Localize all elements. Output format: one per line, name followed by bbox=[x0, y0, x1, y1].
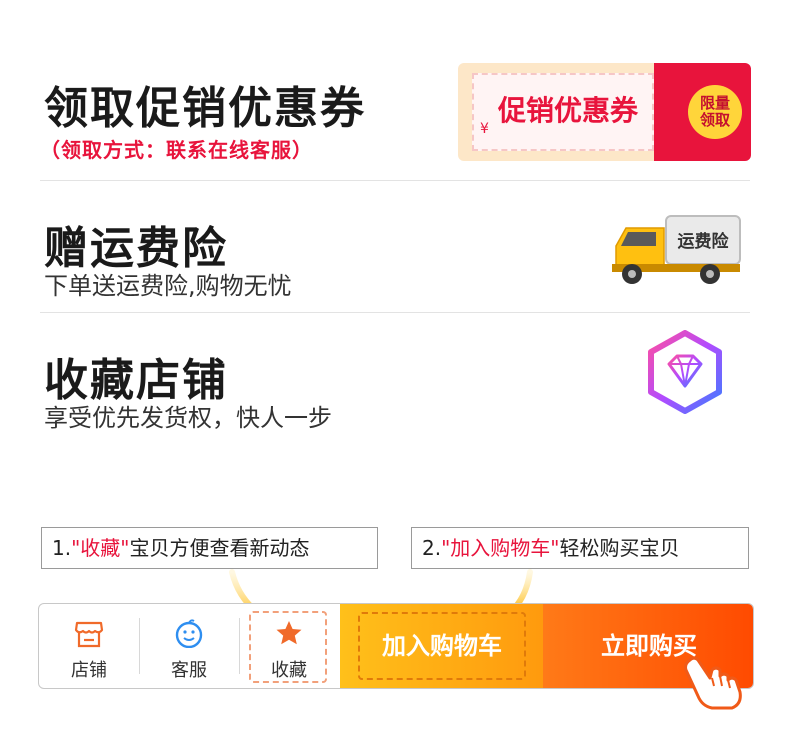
favorite-subtitle: 享受优先发货权，快人一步 bbox=[44, 404, 332, 432]
tip1-suffix: 宝贝方便查看新动态 bbox=[129, 536, 310, 560]
service-button[interactable]: 客服 bbox=[139, 604, 239, 688]
divider-2 bbox=[40, 312, 750, 313]
limited-badge: 限量 领取 bbox=[688, 85, 742, 139]
favorite-label: 收藏 bbox=[271, 660, 307, 681]
favorite-button[interactable]: 收藏 bbox=[239, 604, 339, 688]
favorite-section: 收藏店铺 享受优先发货权，快人一步 bbox=[40, 336, 750, 436]
tip1-highlight: "收藏" bbox=[71, 536, 130, 560]
favorite-tip: 1."收藏"宝贝方便查看新动态 bbox=[41, 527, 378, 569]
badge-line2: 领取 bbox=[699, 111, 730, 129]
coupon-title: 领取促销优惠券 bbox=[44, 83, 366, 134]
service-icon bbox=[175, 619, 203, 648]
coupon-subtitle: （领取方式：联系在线客服） bbox=[40, 138, 313, 162]
store-icon bbox=[74, 621, 104, 648]
badge-line1: 限量 bbox=[699, 94, 730, 112]
truck-label: 运费险 bbox=[678, 231, 730, 252]
truck-icon: 运费险 bbox=[612, 212, 742, 287]
store-label: 店铺 bbox=[71, 660, 107, 681]
service-label: 客服 bbox=[171, 660, 207, 681]
hand-pointer-icon bbox=[684, 656, 742, 710]
coupon-stub: 限量 领取 bbox=[654, 63, 751, 161]
tip2-highlight: "加入购物车" bbox=[441, 536, 560, 560]
add-to-cart-label: 加入购物车 bbox=[358, 612, 526, 680]
tip2-suffix: 轻松购买宝贝 bbox=[559, 536, 680, 560]
coupon-label: 促销优惠券 bbox=[498, 94, 639, 127]
add-to-cart-button[interactable]: 加入购物车 bbox=[340, 604, 543, 688]
coupon-ticket: ¥ 促销优惠券 bbox=[458, 63, 658, 161]
star-icon bbox=[276, 621, 302, 645]
diamond-icon bbox=[647, 330, 723, 414]
insurance-subtitle: 下单送运费险,购物无忧 bbox=[44, 272, 292, 300]
coupon-banner[interactable]: ¥ 促销优惠券 限量 领取 bbox=[458, 63, 751, 161]
currency-symbol: ¥ bbox=[480, 121, 489, 137]
divider-1 bbox=[40, 180, 750, 181]
store-button[interactable]: 店铺 bbox=[39, 604, 139, 688]
tip1-prefix: 1. bbox=[52, 536, 72, 560]
tip2-prefix: 2. bbox=[422, 536, 442, 560]
bottom-action-bar: 店铺 客服 收藏 加入购物车 立即购买 bbox=[38, 603, 754, 689]
cart-tip: 2."加入购物车"轻松购买宝贝 bbox=[411, 527, 749, 569]
